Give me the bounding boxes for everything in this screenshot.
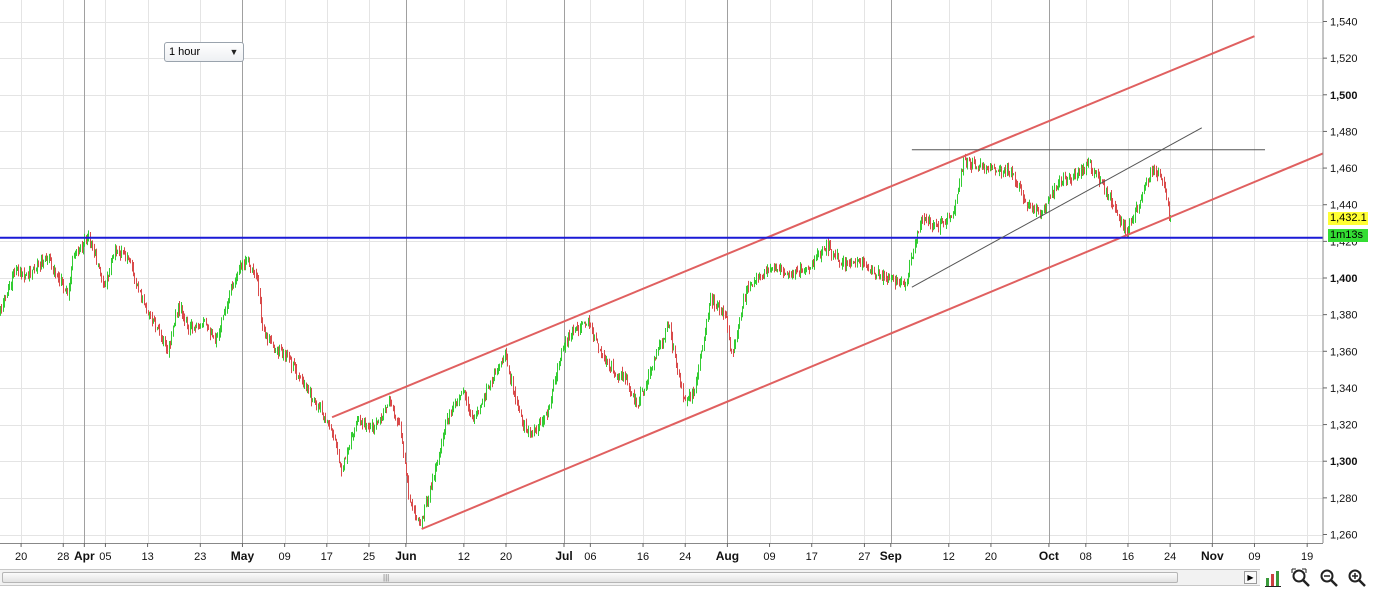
- x-tick-label: 25: [363, 551, 375, 563]
- x-tick-label: 23: [194, 551, 206, 563]
- x-tick-label: 20: [985, 551, 997, 563]
- x-tick-label: Jul: [555, 549, 572, 563]
- zoom-out-icon[interactable]: [1318, 568, 1340, 590]
- y-tick-label: 1,520: [1330, 53, 1358, 65]
- x-axis-ticks: 20 28 Apr 05 13 23 May 09 17 25 Jun 12 20 Jul 06 16 24 Au…: [15, 543, 1313, 563]
- x-tick-label: Sep: [880, 549, 902, 563]
- x-tick-label: 28: [57, 551, 69, 563]
- y-tick-label: 1,440: [1330, 200, 1358, 212]
- horizontal-scrollbar[interactable]: ||| ▶: [0, 569, 1260, 586]
- x-tick-label: Jun: [395, 549, 416, 563]
- x-tick-label: Aug: [716, 549, 739, 563]
- x-tick-label: 16: [1122, 551, 1134, 563]
- scrollbar-thumb[interactable]: |||: [2, 572, 1178, 583]
- grip-icon: |||: [383, 573, 390, 582]
- x-tick-label: 09: [763, 551, 775, 563]
- y-tick-label: 1,400: [1330, 273, 1358, 285]
- last-price-badge: 1,432.1: [1328, 212, 1368, 225]
- y-axis-ticks: 1,260 1,280 1,300 1,320 1,340 1,360 1,380 1,400…: [1323, 17, 1358, 542]
- candle-countdown-badge: 1m13s: [1328, 229, 1368, 242]
- x-tick-label: Nov: [1201, 549, 1224, 563]
- x-tick-label: 17: [321, 551, 333, 563]
- x-tick-label: 06: [584, 551, 596, 563]
- x-tick-label: 19: [1301, 551, 1313, 563]
- x-tick-label: Apr: [74, 549, 95, 563]
- y-tick-label: 1,320: [1330, 420, 1358, 432]
- y-tick-label: 1,260: [1330, 530, 1358, 542]
- y-tick-label: 1,540: [1330, 17, 1358, 29]
- timeframe-value: 1 hour: [169, 46, 201, 58]
- y-tick-label: 1,340: [1330, 383, 1358, 395]
- x-tick-label: 24: [679, 551, 691, 563]
- x-tick-label: May: [231, 549, 255, 563]
- x-tick-label: 27: [858, 551, 870, 563]
- x-tick-label: 24: [1164, 551, 1176, 563]
- x-tick-label: 12: [458, 551, 470, 563]
- arrow-right-icon[interactable]: ▶: [1244, 571, 1257, 584]
- x-tick-label: 05: [99, 551, 111, 563]
- x-tick-label: Oct: [1039, 549, 1059, 563]
- y-tick-label: 1,460: [1330, 163, 1358, 175]
- y-tick-label: 1,380: [1330, 310, 1358, 322]
- x-tick-label: 09: [1248, 551, 1260, 563]
- x-tick-label: 08: [1080, 551, 1092, 563]
- zoom-fit-icon[interactable]: [1290, 568, 1312, 590]
- y-tick-label: 1,500: [1330, 90, 1358, 102]
- y-tick-label: 1,360: [1330, 346, 1358, 358]
- x-tick-label: 17: [806, 551, 818, 563]
- x-tick-label: 20: [15, 551, 27, 563]
- timeframe-select[interactable]: 1 hour ▼: [164, 42, 244, 62]
- x-tick-label: 12: [943, 551, 955, 563]
- x-tick-label: 20: [500, 551, 512, 563]
- y-tick-label: 1,280: [1330, 493, 1358, 505]
- chevron-down-icon[interactable]: ▼: [227, 45, 241, 59]
- zoom-in-icon[interactable]: [1346, 568, 1368, 590]
- x-tick-label: 16: [637, 551, 649, 563]
- price-chart[interactable]: 1,260 1,280 1,300 1,320 1,340 1,360 1,380 1,400…: [0, 0, 1378, 597]
- y-tick-label: 1,480: [1330, 126, 1358, 138]
- x-tick-label: 13: [141, 551, 153, 563]
- y-tick-label: 1,300: [1330, 456, 1358, 468]
- chart-settings-icon[interactable]: [1262, 568, 1284, 590]
- x-tick-label: 09: [279, 551, 291, 563]
